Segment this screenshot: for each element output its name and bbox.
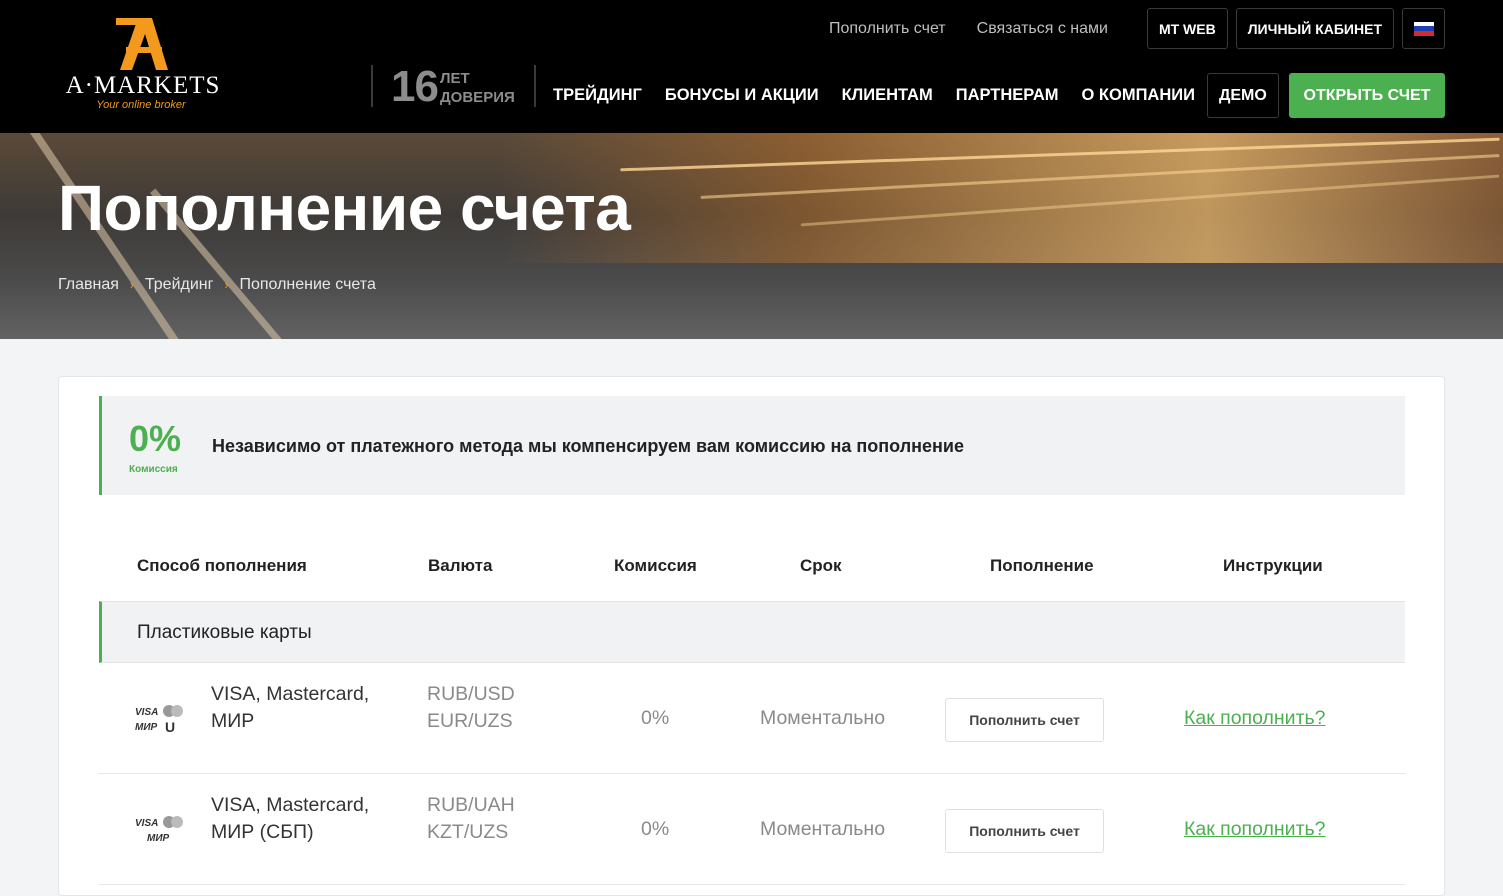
commission-label: Комиссия — [129, 464, 178, 475]
th-fee: Комиссия — [614, 556, 697, 575]
currency-line1: RUB/UAH — [427, 794, 515, 816]
table-header: Способ пополнения Валюта Комиссия Срок П… — [99, 552, 1405, 578]
chevron-right-icon: › — [224, 278, 229, 292]
top-link-contact[interactable]: Связаться с нами — [977, 20, 1108, 38]
chevron-right-icon: › — [129, 278, 134, 292]
hero-banner: Пополнение счета Главная › Трейдинг › По… — [0, 133, 1503, 339]
logo-a-icon — [116, 18, 168, 70]
visa-mastercard-mir-icon: VISA МИР — [135, 816, 183, 844]
svg-text:U: U — [165, 719, 175, 735]
nav-trading[interactable]: ТРЕЙДИНГ — [553, 86, 642, 105]
method-fee: 0% — [641, 818, 670, 840]
years-badge: 16 ЛЕТ ДОВЕРИЯ — [371, 62, 536, 111]
svg-text:VISA: VISA — [135, 707, 158, 718]
page-title: Пополнение счета — [58, 172, 631, 244]
years-number: 16 — [391, 62, 439, 111]
method-currency: RUB/USD EUR/UZS — [427, 681, 515, 735]
group-label: Пластиковые карты — [137, 622, 312, 643]
method-name-line1: VISA, Mastercard, — [211, 794, 370, 816]
table-row: VISA МИР VISA, Mastercard, МИР (СБП) RUB… — [99, 774, 1405, 885]
commission-text: Независимо от платежного метода мы компе… — [212, 436, 964, 456]
hero-light-trails — [500, 133, 1503, 263]
method-name-line2: МИР (СБП) — [211, 821, 314, 843]
commission-percent: 0% — [129, 418, 182, 459]
visa-mastercard-mir-unionpay-icon: VISA МИР U — [135, 705, 183, 735]
nav-bonuses[interactable]: БОНУСЫ И АКЦИИ — [665, 86, 819, 105]
svg-text:VISA: VISA — [135, 818, 158, 829]
demo-button[interactable]: ДЕМО — [1206, 73, 1279, 118]
breadcrumb-current: Пополнение счета — [239, 276, 376, 293]
top-bar: Пополнить счет Связаться с нами MT WEB Л… — [829, 8, 1445, 49]
th-instructions: Инструкции — [1223, 556, 1323, 575]
language-selector[interactable] — [1402, 8, 1445, 49]
personal-cabinet-button[interactable]: ЛИЧНЫЙ КАБИНЕТ — [1235, 8, 1394, 49]
logo-tagline: Your online broker — [96, 99, 186, 111]
mt-web-button[interactable]: MT WEB — [1146, 8, 1228, 49]
years-line2: ДОВЕРИЯ — [440, 89, 515, 106]
breadcrumb: Главная › Трейдинг › Пополнение счета — [58, 276, 376, 294]
years-line1: ЛЕТ — [440, 70, 470, 87]
commission-notice: 0% Комиссия Независимо от платежного мет… — [99, 396, 1405, 495]
method-name-line1: VISA, Mastercard, — [211, 683, 370, 705]
logo-wordmark: A·MARKETS — [65, 72, 221, 99]
nav-partners[interactable]: ПАРТНЕРАМ — [956, 86, 1059, 105]
nav-clients[interactable]: КЛИЕНТАМ — [842, 86, 933, 105]
method-name-line2: МИР — [211, 710, 255, 732]
group-row-cards: Пластиковые карты — [99, 601, 1405, 663]
top-link-deposit[interactable]: Пополнить счет — [829, 20, 946, 38]
currency-line2: KZT/UZS — [427, 821, 509, 843]
method-name: VISA, Mastercard, МИР (СБП) — [211, 792, 369, 846]
th-time: Срок — [800, 556, 842, 575]
years-text: ЛЕТ ДОВЕРИЯ — [440, 69, 515, 107]
method-currency: RUB/UAH KZT/UZS — [427, 792, 515, 846]
method-name: VISA, Mastercard, МИР — [211, 681, 369, 735]
breadcrumb-trading[interactable]: Трейдинг — [145, 276, 214, 294]
how-to-deposit-link[interactable]: Как пополнить? — [1184, 818, 1326, 841]
currency-line2: EUR/UZS — [427, 710, 513, 732]
breadcrumb-home[interactable]: Главная — [58, 276, 119, 294]
method-time: Моментально — [760, 818, 886, 840]
svg-text:МИР: МИР — [135, 722, 158, 733]
currency-line1: RUB/USD — [427, 683, 515, 705]
main-nav: ТРЕЙДИНГ БОНУСЫ И АКЦИИ КЛИЕНТАМ ПАРТНЕР… — [553, 73, 1279, 118]
logo[interactable]: A·MARKETS Your online broker — [58, 14, 228, 114]
flag-ru-icon — [1413, 21, 1434, 36]
th-currency: Валюта — [428, 556, 493, 575]
how-to-deposit-link[interactable]: Как пополнить? — [1184, 707, 1326, 730]
th-deposit: Пополнение — [990, 556, 1094, 575]
table-row: VISA МИР U VISA, Mastercard, МИР RUB/USD… — [99, 663, 1405, 774]
deposit-button[interactable]: Пополнить счет — [945, 809, 1104, 853]
site-header: A·MARKETS Your online broker Пополнить с… — [0, 0, 1503, 133]
method-fee: 0% — [641, 707, 670, 729]
svg-text:МИР: МИР — [147, 833, 170, 844]
nav-company[interactable]: О КОМПАНИИ — [1082, 86, 1195, 105]
deposit-button[interactable]: Пополнить счет — [945, 698, 1104, 742]
th-method: Способ пополнения — [137, 556, 307, 575]
open-account-button[interactable]: ОТКРЫТЬ СЧЕТ — [1289, 73, 1445, 118]
method-time: Моментально — [760, 707, 886, 729]
deposit-card: 0% Комиссия Независимо от платежного мет… — [58, 376, 1445, 896]
